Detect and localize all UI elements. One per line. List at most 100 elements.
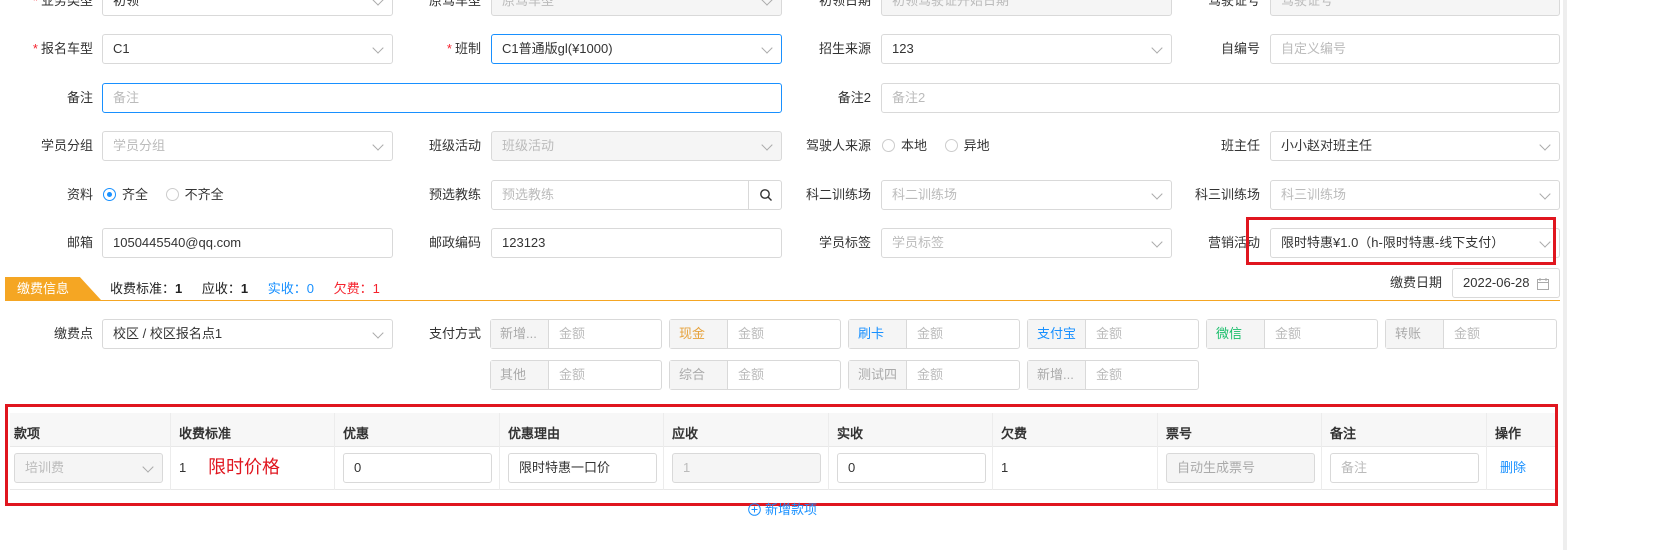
coach-search-button[interactable] [748, 180, 782, 210]
chevron-down-icon [372, 0, 384, 6]
chevron-down-icon [372, 139, 384, 151]
amount-input[interactable]: 金额 [1086, 320, 1198, 348]
method-name: 刷卡 [849, 320, 907, 348]
method-name: 支付宝 [1028, 320, 1086, 348]
driver-source-label: 驾驶人来源 [805, 138, 871, 153]
business-type-label: * 业务类型 [32, 0, 93, 8]
field3-select[interactable]: 科三训练场 [1270, 180, 1560, 210]
amount-input[interactable]: 金额 [1265, 320, 1377, 348]
pay-method-other[interactable]: 其他 金额 [490, 360, 662, 390]
fee-table-highlight-box [5, 404, 1558, 506]
radio-icon [165, 188, 179, 201]
amount-input[interactable]: 金额 [549, 361, 661, 389]
amount-input[interactable]: 金额 [728, 320, 840, 348]
amount-input[interactable]: 金额 [1444, 320, 1556, 348]
standard-summary: 收费标准：1 [110, 281, 183, 296]
selfno-label: 自编号 [1220, 41, 1260, 56]
coach-input[interactable]: 预选教练 [491, 180, 749, 210]
page-scrollbar[interactable] [1563, 0, 1567, 550]
pay-point-select[interactable]: 校区 / 校区报名点1 [102, 319, 393, 349]
remark2-input[interactable]: 备注2 [881, 83, 1560, 113]
driver-source-other-radio[interactable]: 异地 [944, 138, 990, 153]
driver-source-local-radio[interactable]: 本地 [882, 138, 927, 153]
pay-method-cash[interactable]: 现金 金额 [669, 319, 841, 349]
radio-icon [944, 139, 958, 152]
selfno-input[interactable]: 自定义编号 [1270, 34, 1560, 64]
field2-label: 科二训练场 [805, 187, 871, 202]
license-input[interactable]: 驾驶证号 [1270, 0, 1560, 16]
activity-select[interactable]: 班级活动 [491, 131, 782, 161]
pay-method-combined[interactable]: 综合 金额 [669, 360, 841, 390]
group-select[interactable]: 学员分组 [102, 131, 393, 161]
pay-point-label: 缴费点 [53, 326, 93, 341]
amount-input[interactable]: 金额 [907, 320, 1019, 348]
method-name: 综合 [670, 361, 728, 389]
amount-input[interactable]: 金额 [728, 361, 840, 389]
pay-method-alipay[interactable]: 支付宝 金额 [1027, 319, 1199, 349]
chevron-down-icon [761, 139, 773, 151]
group-label: 学员分组 [40, 138, 93, 153]
remark2-label: 备注2 [837, 90, 871, 105]
postcode-label: 邮政编码 [428, 235, 481, 250]
source-select[interactable]: 123 [881, 34, 1172, 64]
method-name: 转账 [1386, 320, 1444, 348]
chevron-down-icon [1539, 188, 1551, 200]
chevron-down-icon [1151, 188, 1163, 200]
received-summary: 实收：0 [267, 281, 314, 296]
car-type-label: * 报名车型 [32, 41, 93, 56]
pay-date-picker[interactable]: 2022-06-28 [1452, 268, 1560, 298]
docs-complete-radio[interactable]: 齐全 [103, 187, 148, 202]
first-date-picker[interactable]: 初领驾驶证开始日期 [881, 0, 1172, 16]
docs-label: 资料 [66, 187, 93, 202]
payment-tab: 缴费信息 [5, 277, 101, 300]
amount-input[interactable]: 金额 [907, 361, 1019, 389]
add-item-button[interactable]: 新增款项 [748, 502, 817, 518]
promo-highlight-box [1246, 217, 1556, 265]
chevron-down-icon [372, 42, 384, 54]
pay-date-label: 缴费日期 [1389, 275, 1442, 290]
radio-icon [882, 139, 895, 152]
pay-method-card[interactable]: 刷卡 金额 [848, 319, 1020, 349]
orig-car-select[interactable]: 原驾车型 [491, 0, 782, 16]
method-name: 测试四 [849, 361, 907, 389]
field3-label: 科三训练场 [1194, 187, 1260, 202]
owed-summary: 欠费：1 [333, 281, 380, 296]
chevron-down-icon [761, 42, 773, 54]
postcode-input[interactable]: 123123 [491, 228, 782, 258]
email-input[interactable]: 1050445540@qq.com [102, 228, 393, 258]
calendar-icon [1537, 278, 1549, 290]
docs-incomplete-radio[interactable]: 不齐全 [165, 187, 224, 202]
car-type-select[interactable]: C1 [102, 34, 393, 64]
payment-divider [5, 300, 1560, 301]
pay-method-label: 支付方式 [428, 326, 481, 341]
tag-label: 学员标签 [818, 235, 871, 250]
chevron-down-icon [1539, 139, 1551, 151]
business-type-select[interactable]: 初领 [102, 0, 393, 16]
chevron-down-icon [761, 0, 773, 6]
field2-select[interactable]: 科二训练场 [881, 180, 1172, 210]
first-date-label: 初领日期 [818, 0, 871, 8]
docs-radio-group: 齐全 不齐全 [103, 180, 224, 210]
remark-input[interactable]: 备注 [102, 83, 782, 113]
chevron-down-icon [1151, 42, 1163, 54]
coach-label: 预选教练 [428, 187, 481, 202]
payment-summary: 收费标准：1 应收：1 实收：0 欠费：1 [110, 280, 380, 298]
receivable-summary: 应收：1 [201, 281, 249, 296]
method-name: 新增... [1028, 361, 1086, 389]
class-label: * 班制 [446, 41, 481, 56]
chevron-down-icon [372, 327, 384, 339]
tag-select[interactable]: 学员标签 [881, 228, 1172, 258]
pay-method-test4[interactable]: 测试四 金额 [848, 360, 1020, 390]
pay-method-new-2[interactable]: 新增... 金额 [1027, 360, 1199, 390]
pay-method-wechat[interactable]: 微信 金额 [1206, 319, 1378, 349]
class-select[interactable]: C1普通版gl(¥1000) [491, 34, 782, 64]
amount-input[interactable]: 金额 [549, 320, 661, 348]
plus-circle-icon [748, 503, 761, 516]
pay-method-transfer[interactable]: 转账 金额 [1385, 319, 1557, 349]
email-label: 邮箱 [66, 235, 93, 250]
amount-input[interactable]: 金额 [1086, 361, 1198, 389]
source-label: 招生来源 [818, 41, 871, 56]
head-teacher-select[interactable]: 小小赵对班主任 [1270, 131, 1560, 161]
pay-method-new-1[interactable]: 新增... 金额 [490, 319, 662, 349]
radio-checked-icon [103, 188, 116, 201]
